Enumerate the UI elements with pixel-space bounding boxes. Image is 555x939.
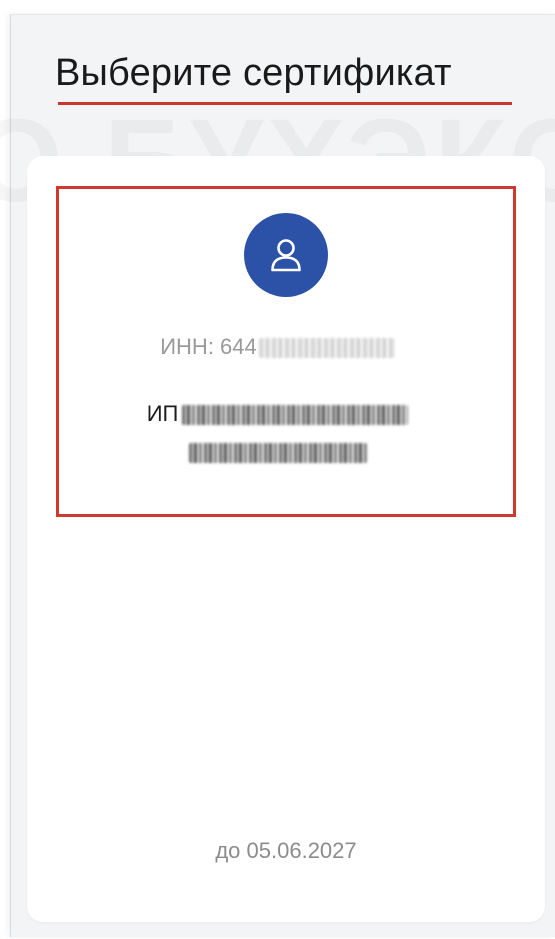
page-title: Выберите сертификат — [55, 52, 452, 94]
title-underline — [58, 102, 512, 105]
selection-highlight-box — [56, 186, 516, 517]
certificate-expiry: до 05.06.2027 — [215, 838, 357, 863]
certificate-selection-screen: О БУХЭКСП Выберите сертификат ИНН: 644 И… — [0, 0, 555, 939]
